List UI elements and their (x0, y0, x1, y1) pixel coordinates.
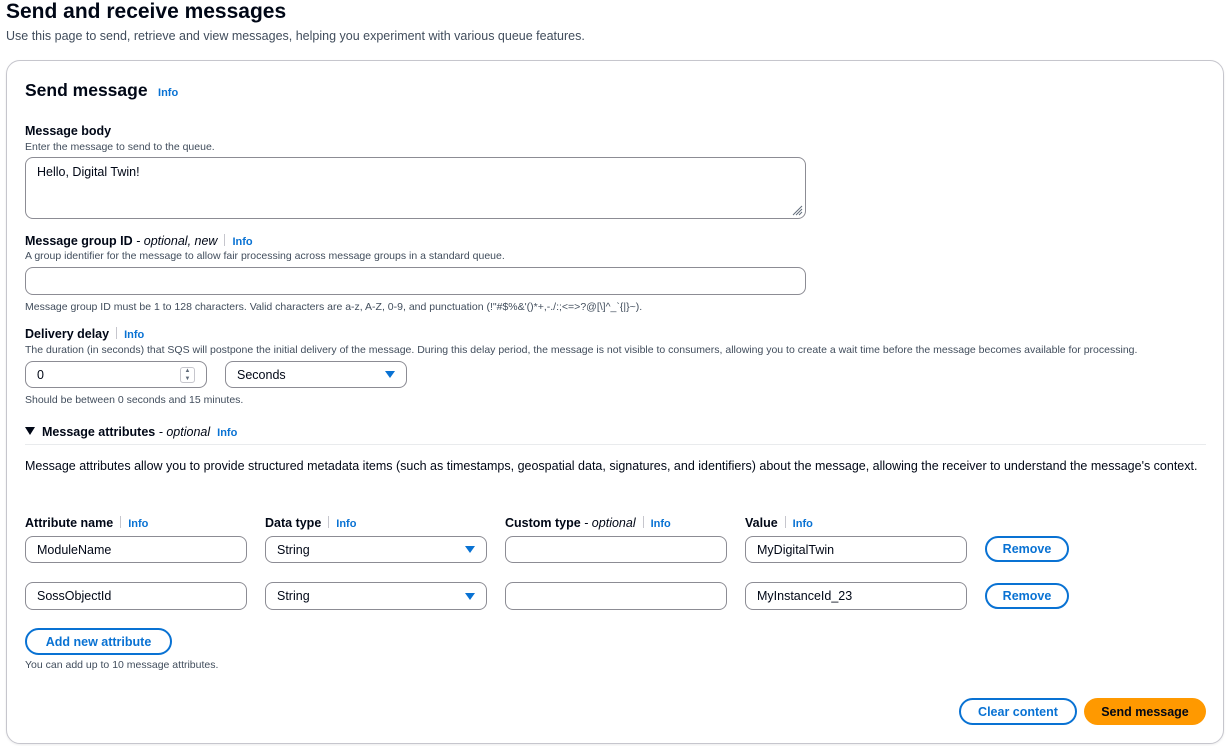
attribute-value-input[interactable]: MyInstanceId_23 (745, 582, 967, 610)
delivery-delay-input[interactable]: 0 ▲ ▼ (25, 361, 207, 388)
section-header: Send message Info (25, 79, 178, 101)
custom-type-info-link[interactable]: Info (651, 518, 671, 530)
message-attributes-toggle[interactable]: Message attributes - optional Info (25, 424, 237, 441)
attribute-name-input[interactable]: SossObjectId (25, 582, 247, 610)
column-attribute-name-label: Attribute name (25, 516, 114, 530)
caret-down-icon (465, 546, 475, 553)
column-value-label: Value (745, 516, 778, 530)
message-attributes-title: Message attributes (42, 425, 156, 439)
page-title: Send and receive messages (6, 0, 287, 23)
caret-expanded-icon (25, 427, 35, 435)
divider-bar (328, 516, 330, 528)
data-type-select[interactable]: String (265, 582, 487, 610)
data-type-select[interactable]: String (265, 536, 487, 563)
group-id-description: A group identifier for the message to al… (25, 250, 505, 262)
clear-content-button[interactable]: Clear content (959, 698, 1077, 725)
page-description: Use this page to send, retrieve and view… (6, 29, 585, 43)
column-attribute-name: Attribute name Info (25, 515, 148, 532)
delivery-delay-info-link[interactable]: Info (124, 329, 144, 341)
remove-attribute-button[interactable]: Remove (985, 536, 1069, 562)
caret-down-icon (465, 592, 475, 600)
divider-bar (120, 516, 122, 528)
resize-handle-icon[interactable] (792, 205, 803, 216)
message-body-value: Hello, Digital Twin! (37, 165, 140, 179)
delivery-delay-value: 0 (37, 367, 44, 382)
message-attributes-info-link[interactable]: Info (217, 427, 237, 439)
custom-type-input[interactable] (505, 582, 727, 610)
group-id-constraint: Message group ID must be 1 to 128 charac… (25, 301, 643, 313)
value-info-link[interactable]: Info (793, 518, 813, 530)
delivery-delay-unit-value: Seconds (237, 367, 286, 382)
send-message-panel: Send message Info Message body Enter the… (6, 60, 1224, 744)
delivery-delay-label-text: Delivery delay (25, 327, 110, 341)
data-type-info-link[interactable]: Info (336, 518, 356, 530)
attributes-limit-note: You can add up to 10 message attributes. (25, 659, 219, 671)
message-attributes-description: Message attributes allow you to provide … (25, 459, 1198, 473)
number-stepper-icon[interactable]: ▲ ▼ (180, 367, 195, 383)
custom-type-input[interactable] (505, 536, 727, 563)
group-id-label-suffix: - optional, new (132, 234, 218, 248)
attribute-value: MyDigitalTwin (757, 542, 835, 557)
data-type-value: String (277, 589, 310, 603)
attribute-value-input[interactable]: MyDigitalTwin (745, 536, 967, 563)
divider-bar (784, 516, 786, 528)
add-attribute-button[interactable]: Add new attribute (25, 628, 172, 655)
column-value: Value Info (745, 515, 813, 532)
remove-attribute-button[interactable]: Remove (985, 583, 1069, 609)
message-body-label: Message body (25, 124, 112, 138)
divider-bar (642, 516, 644, 528)
group-id-label: Message group ID - optional, new Info (25, 233, 253, 250)
delivery-delay-label: Delivery delay Info (25, 326, 144, 343)
delivery-delay-constraint: Should be between 0 seconds and 15 minut… (25, 394, 244, 406)
divider-bar (116, 327, 118, 339)
attribute-name-input[interactable]: ModuleName (25, 536, 247, 563)
section-title: Send message (25, 80, 148, 100)
group-id-info-link[interactable]: Info (232, 236, 252, 248)
delivery-delay-description: The duration (in seconds) that SQS will … (25, 344, 1138, 356)
section-info-link[interactable]: Info (158, 87, 178, 99)
group-id-input[interactable] (25, 267, 806, 295)
data-type-value: String (277, 542, 310, 557)
attribute-name-value: SossObjectId (37, 589, 112, 603)
divider-bar (224, 234, 226, 246)
message-attributes-title-suffix: - optional (155, 425, 211, 439)
group-id-label-text: Message group ID (25, 234, 133, 248)
column-data-type-label: Data type (265, 516, 322, 530)
attribute-value: MyInstanceId_23 (757, 589, 853, 603)
attribute-name-info-link[interactable]: Info (128, 518, 148, 530)
message-body-textarea[interactable]: Hello, Digital Twin! (25, 157, 806, 219)
column-custom-type: Custom type - optional Info (505, 515, 671, 532)
column-custom-type-suffix: - optional (580, 516, 636, 530)
delivery-delay-unit-select[interactable]: Seconds (225, 361, 407, 388)
column-custom-type-label: Custom type (505, 516, 581, 530)
section-divider (25, 444, 1206, 445)
attribute-name-value: ModuleName (37, 542, 112, 557)
caret-down-icon (385, 371, 395, 378)
send-message-button[interactable]: Send message (1084, 698, 1206, 725)
message-body-description: Enter the message to send to the queue. (25, 141, 215, 153)
column-data-type: Data type Info (265, 515, 356, 532)
